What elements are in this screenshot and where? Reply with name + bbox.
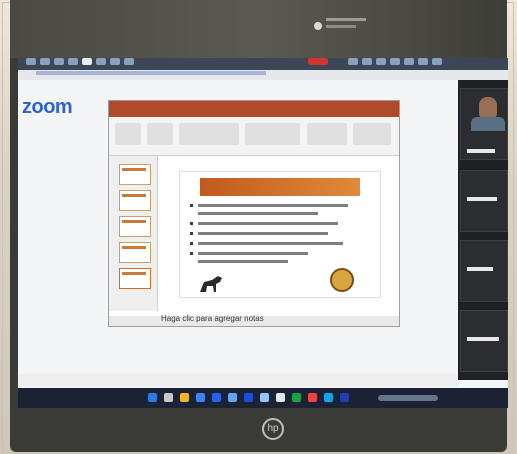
participant-video-tile[interactable]	[460, 88, 508, 160]
file-explorer-icon[interactable]	[180, 393, 189, 402]
windows-taskbar	[18, 388, 508, 408]
browser-tab[interactable]	[390, 58, 400, 65]
ppt-ribbon	[109, 117, 399, 156]
laptop-top-bezel	[10, 0, 507, 58]
app-icon[interactable]	[260, 393, 269, 402]
word-icon[interactable]	[244, 393, 253, 402]
browser-tab[interactable]	[432, 58, 442, 65]
notes-placeholder[interactable]: Haga clic para agregar notas	[161, 314, 264, 323]
laptop-screen: zoom Haga clic para agregar notas	[18, 58, 508, 408]
slide-text-line	[198, 212, 318, 215]
app-icon[interactable]	[228, 393, 237, 402]
browser-tab[interactable]	[40, 58, 50, 65]
slide-text-line	[198, 232, 328, 235]
download-bar	[18, 374, 458, 386]
participant-name	[467, 197, 497, 201]
browser-tab[interactable]	[124, 58, 134, 65]
browser-tab[interactable]	[110, 58, 120, 65]
slide-thumbnail[interactable]	[119, 164, 151, 185]
participant-shirt	[471, 117, 505, 131]
browser-icon[interactable]	[196, 393, 205, 402]
bullet	[190, 252, 193, 255]
shared-powerpoint-window: Haga clic para agregar notas	[108, 100, 400, 327]
ribbon-editing-group[interactable]	[353, 123, 391, 145]
slide-text-line	[198, 260, 288, 263]
browser-tab[interactable]	[404, 58, 414, 65]
camera-label	[326, 18, 366, 21]
bullet	[190, 204, 193, 207]
slide-text-line	[198, 222, 338, 225]
browser-tab[interactable]	[26, 58, 36, 65]
horse-illustration	[200, 276, 222, 292]
slide-thumbnail-selected[interactable]	[119, 268, 151, 289]
bullet	[190, 222, 193, 225]
slide-thumbnail[interactable]	[119, 242, 151, 263]
hp-logo-icon: hp	[262, 418, 284, 440]
ribbon-font-group[interactable]	[179, 123, 239, 145]
slide-thumbnail[interactable]	[119, 216, 151, 237]
slide-thumbnails-pane	[109, 156, 158, 311]
camera-icon	[314, 22, 322, 30]
slide-text-line	[198, 252, 308, 255]
app-icon[interactable]	[276, 393, 285, 402]
participant-tile[interactable]	[460, 170, 508, 232]
zoom-logo: zoom	[22, 96, 73, 118]
slide-thumbnail[interactable]	[119, 190, 151, 211]
participant-tile[interactable]	[460, 310, 508, 372]
browser-tab-active[interactable]	[82, 58, 92, 65]
browser-tab[interactable]	[376, 58, 386, 65]
browser-tab[interactable]	[362, 58, 372, 65]
camera-label-2	[326, 25, 356, 28]
ribbon-new-slide-button[interactable]	[147, 123, 173, 145]
participant-name	[467, 267, 493, 271]
system-tray[interactable]	[378, 395, 438, 401]
slide-title-banner	[200, 178, 360, 196]
bullet	[190, 232, 193, 235]
slide-text-line	[198, 204, 348, 207]
participant-name	[467, 149, 495, 153]
browser-tab[interactable]	[96, 58, 106, 65]
browser-tab[interactable]	[348, 58, 358, 65]
excel-icon[interactable]	[292, 393, 301, 402]
app-icon[interactable]	[340, 393, 349, 402]
ribbon-paste-button[interactable]	[115, 123, 141, 145]
search-icon[interactable]	[164, 393, 173, 402]
app-icon[interactable]	[324, 393, 333, 402]
ppt-title-bar	[109, 101, 399, 117]
ribbon-paragraph-group[interactable]	[245, 123, 300, 145]
browser-tab-strip	[18, 58, 508, 70]
address-url	[36, 71, 266, 75]
participant-name	[467, 337, 499, 341]
institution-seal	[330, 268, 354, 292]
current-slide	[179, 171, 381, 298]
browser-tab-highlight[interactable]	[308, 58, 328, 65]
participant-gallery	[458, 80, 508, 380]
slide-text-line	[198, 242, 343, 245]
powerpoint-icon[interactable]	[308, 393, 317, 402]
bullet	[190, 242, 193, 245]
browser-tab[interactable]	[418, 58, 428, 65]
start-icon[interactable]	[148, 393, 157, 402]
photo: zoom Haga clic para agregar notas hp	[0, 0, 517, 454]
zoom-app-icon[interactable]	[212, 393, 221, 402]
browser-tab[interactable]	[54, 58, 64, 65]
browser-tab[interactable]	[68, 58, 78, 65]
participant-tile[interactable]	[460, 240, 508, 302]
ribbon-drawing-group[interactable]	[307, 123, 347, 145]
